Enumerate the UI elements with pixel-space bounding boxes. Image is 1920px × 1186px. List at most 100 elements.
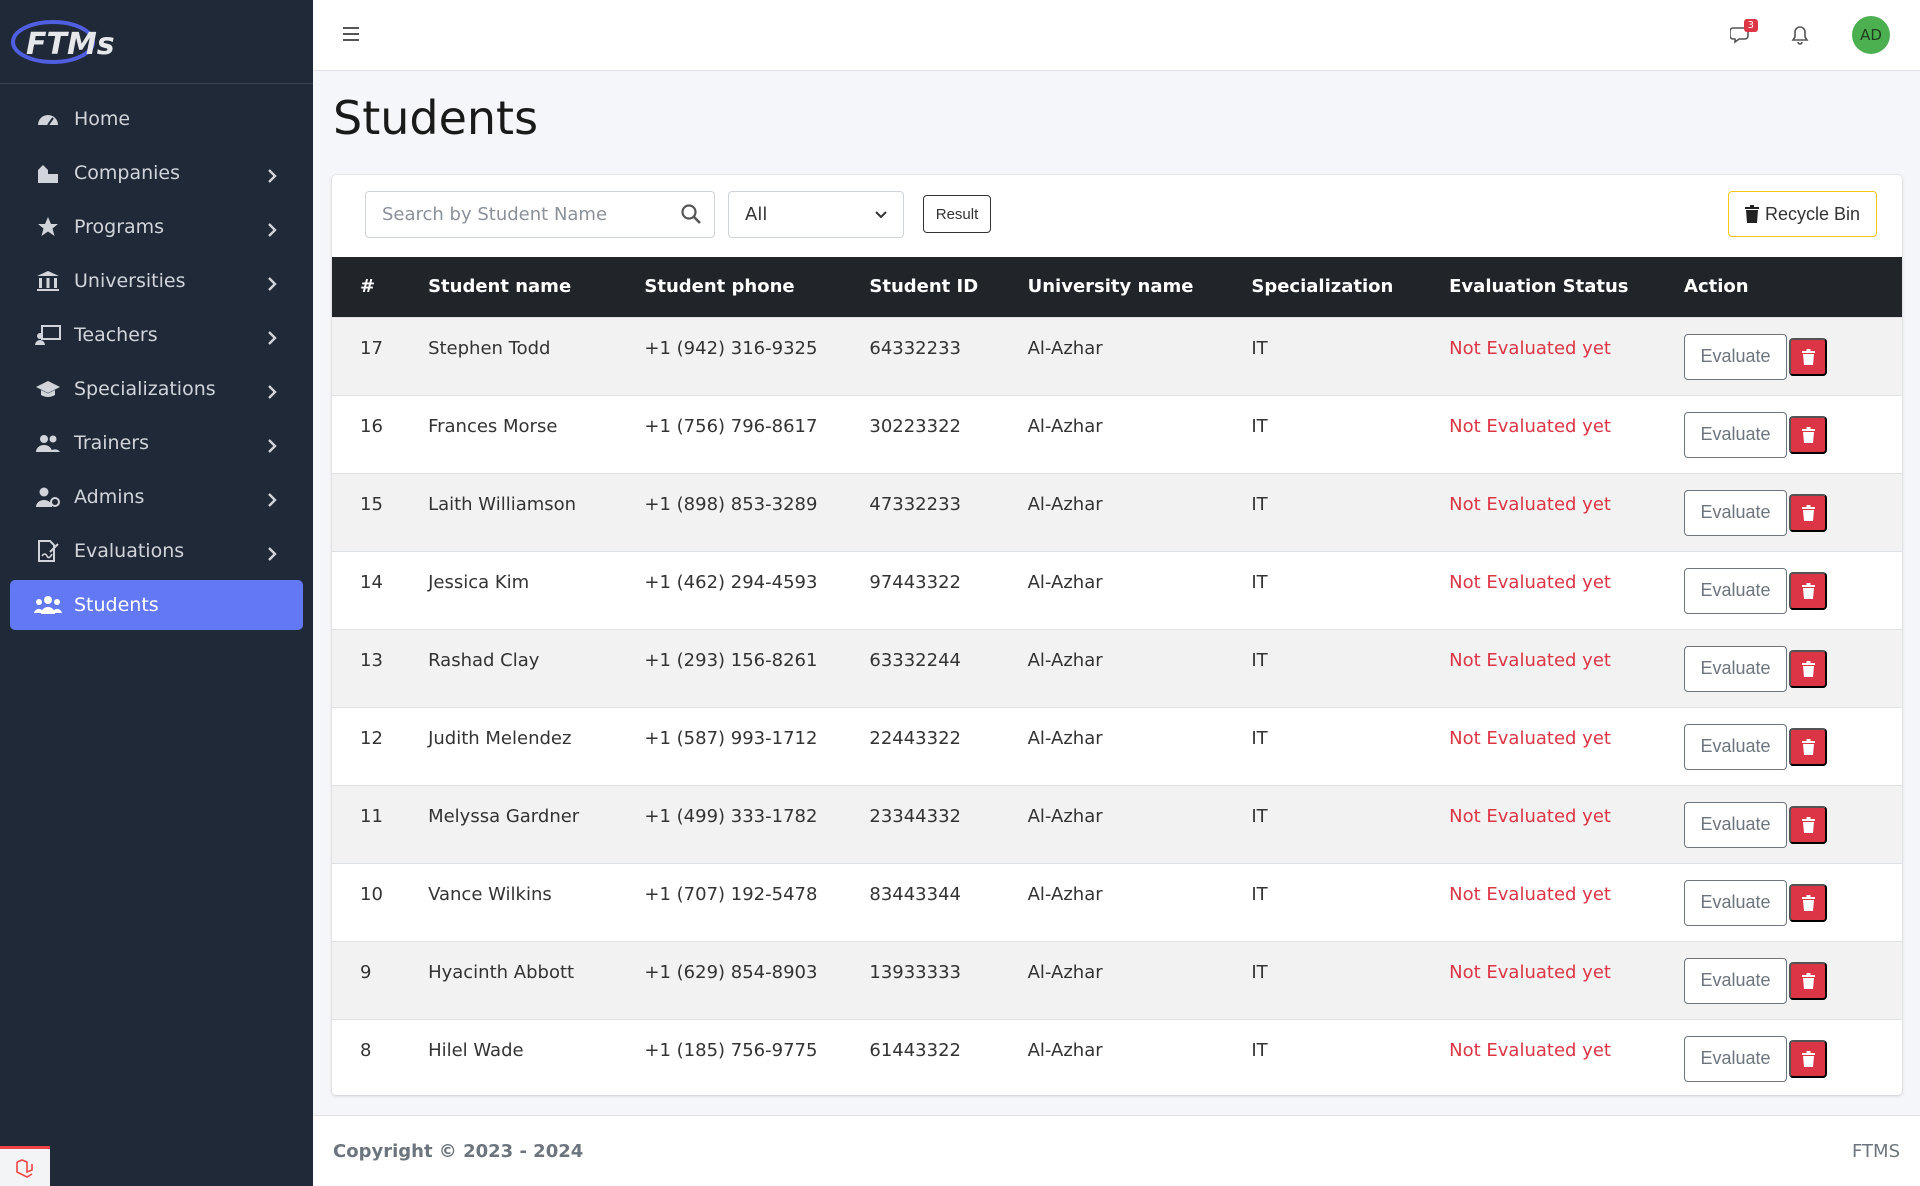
evaluate-button[interactable]: Evaluate — [1684, 411, 1788, 458]
column-header[interactable]: Evaluation Status — [1437, 257, 1672, 317]
sidebar-item-companies[interactable]: Companies — [10, 148, 303, 198]
delete-button[interactable] — [1789, 337, 1828, 376]
table-row: 8 Hilel Wade +1 (185) 756-9775 61443322 Al-A… — [332, 1019, 1902, 1097]
students-table: # Student name Student phone Student ID Univ… — [332, 257, 1902, 1097]
specialization: IT — [1251, 961, 1268, 983]
evaluate-button[interactable]: Evaluate — [1684, 333, 1788, 380]
evaluate-button[interactable]: Evaluate — [1684, 801, 1788, 848]
row-actions: Evaluate — [1672, 863, 1902, 941]
evaluation-status: Not Evaluated yet — [1449, 883, 1611, 905]
row-actions: Evaluate — [1672, 1019, 1902, 1097]
student-name: Hilel Wade — [428, 1039, 524, 1061]
table-row: 9 Hyacinth Abbott +1 (629) 854-8903 1393333… — [332, 941, 1902, 1019]
search-input[interactable] — [366, 192, 656, 237]
sidebar-item-specializations[interactable]: Specializations — [10, 364, 303, 414]
table-row: 16 Frances Morse +1 (756) 796-8617 30223322… — [332, 395, 1902, 473]
delete-button[interactable] — [1789, 493, 1828, 532]
filter-select[interactable]: All — [728, 191, 904, 238]
recycle-bin-button[interactable]: Recycle Bin — [1728, 191, 1877, 237]
avatar[interactable]: AD — [1852, 16, 1890, 54]
notifications-button[interactable] — [1780, 15, 1820, 55]
evaluation-status: Not Evaluated yet — [1449, 493, 1611, 515]
evaluate-button[interactable]: Evaluate — [1684, 723, 1788, 770]
student-name: Laith Williamson — [428, 493, 577, 515]
sidebar-item-admins[interactable]: Admins — [10, 472, 303, 522]
column-header[interactable]: Student phone — [632, 257, 857, 317]
delete-button[interactable] — [1789, 805, 1828, 844]
university-name: Al-Azhar — [1027, 571, 1103, 593]
delete-button[interactable] — [1789, 415, 1828, 454]
main-content: Students All Result Recycle Bin #S — [313, 71, 1920, 1115]
evaluate-button[interactable]: Evaluate — [1684, 957, 1788, 1004]
delete-button[interactable] — [1789, 961, 1828, 1000]
student-phone: +1 (185) 756-9775 — [644, 1039, 818, 1061]
delete-button[interactable] — [1789, 649, 1828, 688]
evaluation-status: Not Evaluated yet — [1449, 1039, 1611, 1061]
evaluate-button[interactable]: Evaluate — [1684, 567, 1788, 614]
sidebar-item-universities[interactable]: Universities — [10, 256, 303, 306]
trash-icon — [1801, 816, 1815, 833]
student-name: Vance Wilkins — [428, 883, 552, 905]
row-actions: Evaluate — [1672, 473, 1902, 551]
evaluate-button[interactable]: Evaluate — [1684, 645, 1788, 692]
student-name: Melyssa Gardner — [428, 805, 580, 827]
trash-icon — [1744, 205, 1759, 223]
hamburger-menu-icon[interactable] — [341, 24, 363, 44]
student-id: 64332233 — [869, 337, 961, 359]
student-id: 30223322 — [869, 415, 961, 437]
trash-icon — [1801, 660, 1815, 677]
messages-badge: 3 — [1743, 19, 1758, 32]
sidebar-item-trainers[interactable]: Trainers — [10, 418, 303, 468]
trash-icon — [1801, 1050, 1815, 1067]
row-number: 15 — [360, 493, 383, 515]
laravel-debugbar-icon[interactable] — [0, 1146, 50, 1186]
evaluation-status: Not Evaluated yet — [1449, 805, 1611, 827]
student-id: 63332244 — [869, 649, 961, 671]
sidebar-item-home[interactable]: Home — [10, 94, 303, 144]
column-header[interactable]: Student name — [416, 257, 632, 317]
delete-button[interactable] — [1789, 571, 1828, 610]
sidebar-item-evaluations[interactable]: Evaluations — [10, 526, 303, 576]
result-button[interactable]: Result — [923, 195, 991, 233]
specialization: IT — [1251, 727, 1268, 749]
sidebar-item-teachers[interactable]: Teachers — [10, 310, 303, 360]
column-header[interactable]: Specialization — [1239, 257, 1437, 317]
student-id: 23344332 — [869, 805, 961, 827]
specialization: IT — [1251, 415, 1268, 437]
student-name: Judith Melendez — [428, 727, 572, 749]
table-row: 15 Laith Williamson +1 (898) 853-3289 47332… — [332, 473, 1902, 551]
trash-icon — [1801, 426, 1815, 443]
column-header[interactable]: University name — [1016, 257, 1240, 317]
row-actions: Evaluate — [1672, 707, 1902, 785]
sidebar-item-label: Home — [74, 108, 131, 130]
ftms-logo[interactable]: FTMs — [8, 12, 138, 68]
delete-button[interactable] — [1789, 1039, 1828, 1078]
student-phone: +1 (293) 156-8261 — [644, 649, 818, 671]
sidebar-item-label: Evaluations — [74, 540, 185, 562]
user-gear-icon — [34, 484, 62, 510]
row-number: 17 — [360, 337, 383, 359]
student-id: 22443322 — [869, 727, 961, 749]
row-number: 16 — [360, 415, 383, 437]
delete-button[interactable] — [1789, 883, 1828, 922]
evaluate-button[interactable]: Evaluate — [1684, 1035, 1788, 1082]
table-row: 13 Rashad Clay +1 (293) 156-8261 63332244 Al… — [332, 629, 1902, 707]
column-header[interactable]: Action — [1672, 257, 1902, 317]
student-id: 47332233 — [869, 493, 961, 515]
users-icon — [34, 430, 62, 456]
student-phone: +1 (942) 316-9325 — [644, 337, 818, 359]
messages-button[interactable]: 3 — [1722, 15, 1762, 55]
student-phone: +1 (756) 796-8617 — [644, 415, 818, 437]
table-row: 12 Judith Melendez +1 (587) 993-1712 224433… — [332, 707, 1902, 785]
table-toolbar: All Result Recycle Bin — [332, 175, 1902, 257]
search-icon[interactable] — [680, 203, 702, 225]
specialization: IT — [1251, 649, 1268, 671]
sidebar-nav: Home Companies Programs Universities Teacher… — [0, 84, 313, 644]
column-header[interactable]: Student ID — [857, 257, 1015, 317]
evaluate-button[interactable]: Evaluate — [1684, 489, 1788, 536]
column-header[interactable]: # — [332, 257, 416, 317]
sidebar-item-students[interactable]: Students — [10, 580, 303, 630]
sidebar-item-programs[interactable]: Programs — [10, 202, 303, 252]
delete-button[interactable] — [1789, 727, 1828, 766]
evaluate-button[interactable]: Evaluate — [1684, 879, 1788, 926]
